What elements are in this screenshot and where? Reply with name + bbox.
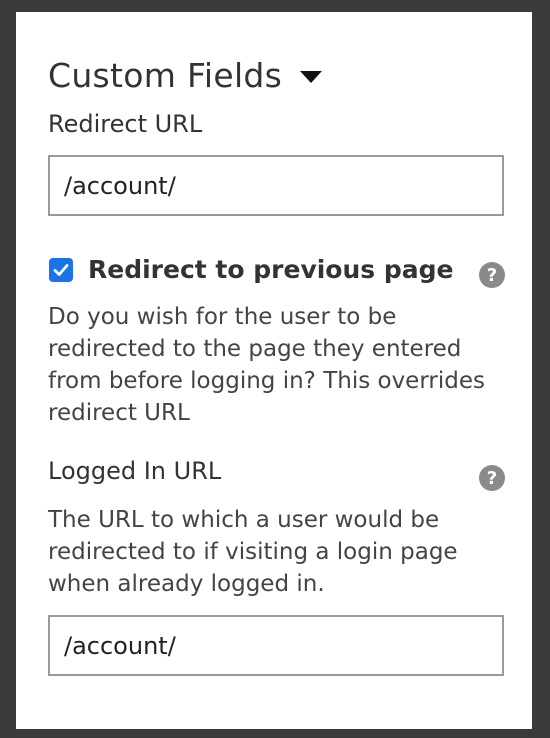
checkmark-icon xyxy=(53,264,69,276)
help-icon[interactable]: ? xyxy=(479,465,505,491)
redirect-previous-description: Do you wish for the user to be redirecte… xyxy=(48,304,485,426)
caret-down-icon xyxy=(300,70,323,83)
redirect-previous-label[interactable]: Redirect to previous page xyxy=(88,255,453,284)
redirect-url-label: Redirect URL xyxy=(48,110,203,138)
custom-fields-toggle[interactable]: Custom Fields xyxy=(48,56,323,95)
redirect-url-input[interactable] xyxy=(48,155,504,216)
logged-in-url-input[interactable] xyxy=(48,615,504,676)
help-icon[interactable]: ? xyxy=(479,262,505,288)
redirect-previous-checkbox[interactable] xyxy=(49,258,73,282)
logged-in-url-description: The URL to which a user would be redirec… xyxy=(48,507,458,597)
custom-fields-panel: Custom Fields Redirect URL Redirect to p… xyxy=(16,12,532,729)
logged-in-url-label: Logged In URL xyxy=(48,457,222,485)
section-title: Custom Fields xyxy=(48,56,283,95)
